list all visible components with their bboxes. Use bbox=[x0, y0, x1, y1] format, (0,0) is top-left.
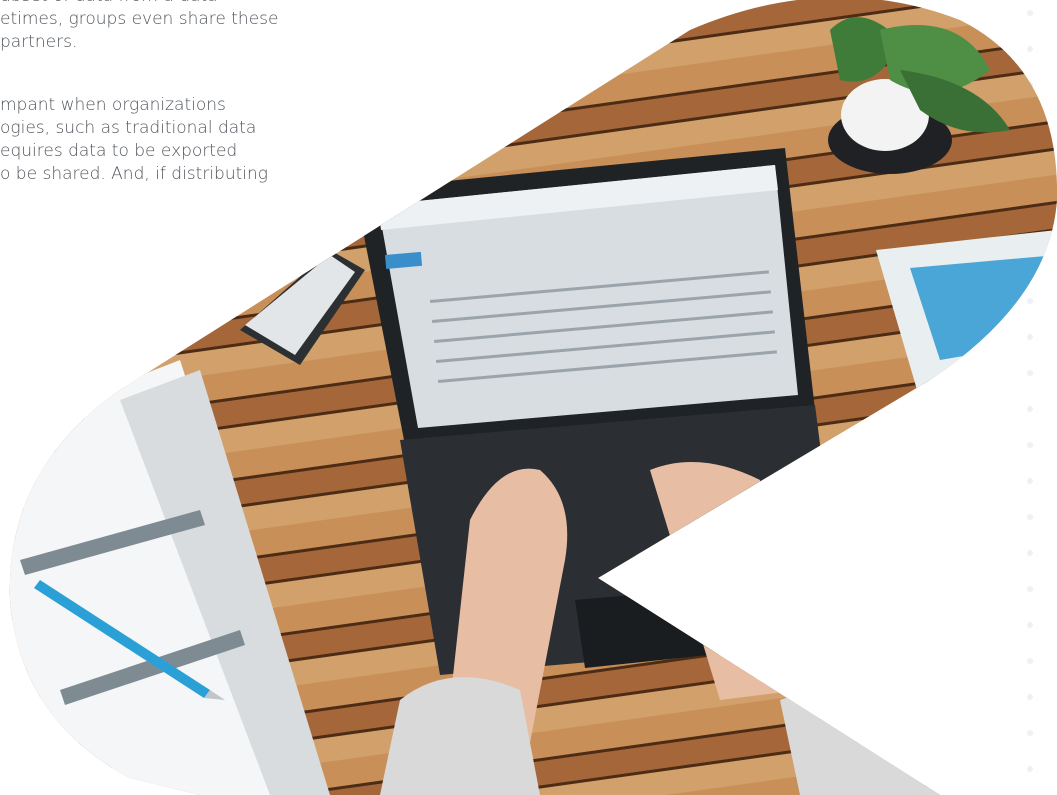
laptop bbox=[355, 148, 845, 675]
laptop-on-desk-photo bbox=[9, 0, 1057, 795]
